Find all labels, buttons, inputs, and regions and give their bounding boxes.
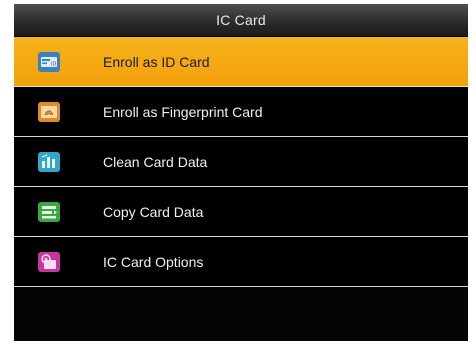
copy-data-icon [38, 201, 60, 222]
menu-item-label: Enroll as Fingerprint Card [103, 103, 263, 120]
menu-item-label: Enroll as ID Card [103, 53, 210, 70]
menu-item-label: IC Card Options [103, 253, 204, 270]
card-options-icon [38, 251, 60, 272]
menu-item-copy-card-data[interactable]: Copy Card Data [14, 187, 468, 237]
menu-item-label: Copy Card Data [103, 203, 204, 220]
menu-item-enroll-fingerprint-card[interactable]: Enroll as Fingerprint Card [14, 87, 468, 137]
title-bar: IC Card [14, 4, 468, 37]
fingerprint-card-icon [38, 101, 60, 122]
menu-item-enroll-id-card[interactable]: ID Enroll as ID Card [14, 37, 468, 87]
device-screen: IC Card ID Enroll as ID Card Enroll as F… [14, 4, 468, 341]
svg-text:ID: ID [51, 61, 56, 67]
menu-item-label: Clean Card Data [103, 153, 208, 170]
menu-list: ID Enroll as ID Card Enroll as Fingerpri… [14, 37, 468, 287]
menu-item-ic-card-options[interactable]: IC Card Options [14, 237, 468, 287]
id-card-icon: ID [38, 51, 60, 72]
clean-data-icon [38, 151, 60, 172]
page-title: IC Card [216, 12, 266, 28]
menu-item-clean-card-data[interactable]: Clean Card Data [14, 137, 468, 187]
